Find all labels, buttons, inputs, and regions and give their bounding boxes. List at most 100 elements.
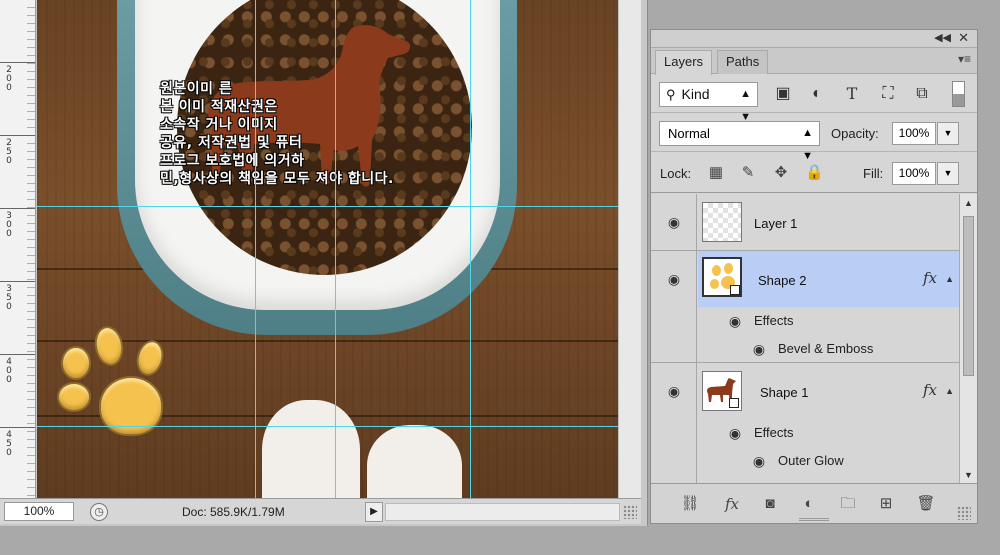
tab-layers[interactable]: Layers xyxy=(655,50,713,75)
effect-name: Bevel & Emboss xyxy=(778,341,874,356)
panel-bottom-toolbar: ⛓ fx ◙ ◐ 🗀 ⊞ 🗑 xyxy=(651,483,977,523)
ruler-tick xyxy=(0,427,35,428)
layer-row-shape-2[interactable]: ◉ Shape 2 fx ▲ ◉ Effects ◉ Bevel & Embos… xyxy=(651,251,959,363)
panel-menu-icon[interactable]: ▾≡ xyxy=(958,52,971,66)
close-icon[interactable]: ✕ xyxy=(958,30,969,46)
horizontal-scrollbar[interactable] xyxy=(385,503,620,521)
new-layer-icon[interactable]: ⊞ xyxy=(875,493,897,515)
fill-input[interactable]: 100% xyxy=(892,162,936,185)
tab-paths[interactable]: Paths xyxy=(717,50,769,74)
vertical-ruler[interactable]: 200 250 300 350 400 450 xyxy=(0,0,36,498)
zoom-level-field[interactable]: 100% xyxy=(4,502,74,521)
vector-mask-icon xyxy=(730,285,740,295)
effects-row[interactable]: ◉ Effects xyxy=(698,307,959,335)
vertical-scrollbar[interactable] xyxy=(618,0,641,498)
ruler-label: 400 xyxy=(6,357,12,385)
eye-icon[interactable]: ◉ xyxy=(750,454,768,468)
new-group-icon[interactable]: 🗀 xyxy=(837,493,859,515)
lock-image-pixels-icon[interactable]: ✎ xyxy=(739,164,757,182)
layer-name: Shape 1 xyxy=(760,385,809,400)
lock-position-icon[interactable]: ✥ xyxy=(772,164,790,182)
lock-transparent-pixels-icon[interactable]: ▦ xyxy=(707,164,725,182)
effect-name: Outer Glow xyxy=(778,453,844,468)
scroll-up-icon[interactable]: ▲ xyxy=(964,198,973,208)
watermark-line: 프로그 보호법에 의거하 xyxy=(160,153,305,169)
status-menu-arrow-icon[interactable]: ▶ xyxy=(365,502,383,522)
eye-icon[interactable]: ◉ xyxy=(665,384,683,398)
blend-mode-value: Normal xyxy=(668,126,710,141)
guide-horizontal[interactable] xyxy=(37,206,618,207)
smart-object-filter-icon[interactable]: ⧉ xyxy=(911,84,933,104)
opacity-input[interactable]: 100% xyxy=(892,122,936,145)
type-filter-icon[interactable]: T xyxy=(841,84,863,104)
eye-icon[interactable]: ◉ xyxy=(665,272,683,286)
paw-toe xyxy=(59,384,89,410)
effects-row[interactable]: ◉ Effects xyxy=(698,419,959,447)
scroll-thumb[interactable] xyxy=(963,216,974,376)
lock-all-icon[interactable]: 🔒 xyxy=(805,164,824,182)
layer-name: Layer 1 xyxy=(754,216,798,231)
panel-titlebar[interactable]: ◀◀ ✕ xyxy=(651,30,977,48)
layer-name-area[interactable]: Layer 1 xyxy=(698,194,959,250)
effect-row-bevel-emboss[interactable]: ◉ Bevel & Emboss xyxy=(698,335,959,363)
collapse-icon[interactable]: ◀◀ xyxy=(934,31,951,44)
lock-row: Lock: ▦ ✎ ✥ 🔒 Fill: 100% ▼ xyxy=(651,153,977,193)
panel-drag-handle[interactable] xyxy=(799,518,829,521)
scroll-down-icon[interactable]: ▼ xyxy=(964,470,973,480)
expand-effects-icon[interactable]: ▲ xyxy=(945,386,954,396)
image-canvas[interactable]: 원본이미 른 본 이미 적재산권은 소속작 거나 이미지 공유, 저작권법 및 … xyxy=(37,0,618,498)
adjustment-filter-icon[interactable]: ◐ xyxy=(806,84,828,104)
dog-front-paw xyxy=(367,425,462,498)
paw-toe xyxy=(63,348,89,378)
add-mask-icon[interactable]: ◙ xyxy=(759,493,781,515)
guide-vertical[interactable] xyxy=(335,0,336,498)
fx-badge[interactable]: fx xyxy=(923,269,937,287)
ruler-label: 350 xyxy=(6,284,12,312)
document-window: 200 250 300 350 400 450 원본이미 른 본 이미 적재산권… xyxy=(0,0,648,526)
ruler-label: 250 xyxy=(6,138,12,166)
delete-layer-icon[interactable]: 🗑 xyxy=(915,493,937,515)
paw-thumb-mark xyxy=(724,263,733,274)
shape-filter-icon[interactable]: ⛶ xyxy=(877,84,899,104)
new-adjustment-layer-icon[interactable]: ◐ xyxy=(798,493,820,515)
eye-icon[interactable]: ◉ xyxy=(665,215,683,229)
layer-name-area[interactable]: Shape 2 fx ▲ xyxy=(698,251,959,307)
resize-grip-icon[interactable] xyxy=(957,506,971,520)
guide-vertical[interactable] xyxy=(470,0,471,498)
eye-icon[interactable]: ◉ xyxy=(726,314,744,328)
guide-vertical[interactable] xyxy=(255,0,256,498)
filter-toggle-switch[interactable] xyxy=(952,81,965,107)
pixel-layer-filter-icon[interactable]: ▣ xyxy=(772,84,794,104)
resize-grip-icon[interactable] xyxy=(623,505,637,519)
expand-effects-icon[interactable]: ▲ xyxy=(945,274,954,284)
ruler-tick xyxy=(0,354,35,355)
layer-row-shape-1[interactable]: ◉ Shape 1 fx ▲ ◉ Effects ◉ Outer Glow xyxy=(651,363,959,484)
dog-front-paw xyxy=(262,400,360,498)
timer-icon[interactable]: ◷ xyxy=(90,503,108,521)
layer-name: Shape 2 xyxy=(758,273,807,288)
blend-mode-select[interactable]: Normal ▲ ▼ xyxy=(659,121,820,162)
effect-row-outer-glow[interactable]: ◉ Outer Glow xyxy=(698,447,959,475)
fill-dropdown-icon[interactable]: ▼ xyxy=(937,162,959,185)
visibility-column: ◉ xyxy=(651,363,697,484)
layer-row-layer-1[interactable]: ◉ Layer 1 xyxy=(651,194,959,251)
fx-badge[interactable]: fx xyxy=(923,381,937,399)
watermark-line: 공유, 저작권법 및 퓨터 xyxy=(160,135,303,151)
layers-scrollbar[interactable]: ▲ ▼ xyxy=(959,194,977,484)
ruler-tick xyxy=(0,62,35,63)
visibility-column: ◉ xyxy=(651,194,697,250)
opacity-dropdown-icon[interactable]: ▼ xyxy=(937,122,959,145)
eye-icon[interactable]: ◉ xyxy=(726,426,744,440)
opacity-label: Opacity: xyxy=(831,126,879,141)
guide-horizontal[interactable] xyxy=(37,426,618,427)
ruler-tick xyxy=(0,135,35,136)
filter-kind-select[interactable]: ⚲ Kind ▲ ▼ xyxy=(659,82,758,123)
link-layers-icon[interactable]: ⛓ xyxy=(679,493,701,515)
watermark-line: 본 이미 적재산권은 xyxy=(160,99,278,115)
lock-label: Lock: xyxy=(660,166,692,181)
layers-panel: ◀◀ ✕ Layers Paths ▾≡ ⚲ Kind ▲ ▼ ▣ ◐ T ⛶ ⧉ … xyxy=(650,29,978,524)
layer-name-area[interactable]: Shape 1 fx ▲ xyxy=(698,363,959,419)
visibility-column: ◉ xyxy=(651,251,697,362)
add-layer-style-icon[interactable]: fx xyxy=(721,493,743,515)
eye-icon[interactable]: ◉ xyxy=(750,342,768,356)
